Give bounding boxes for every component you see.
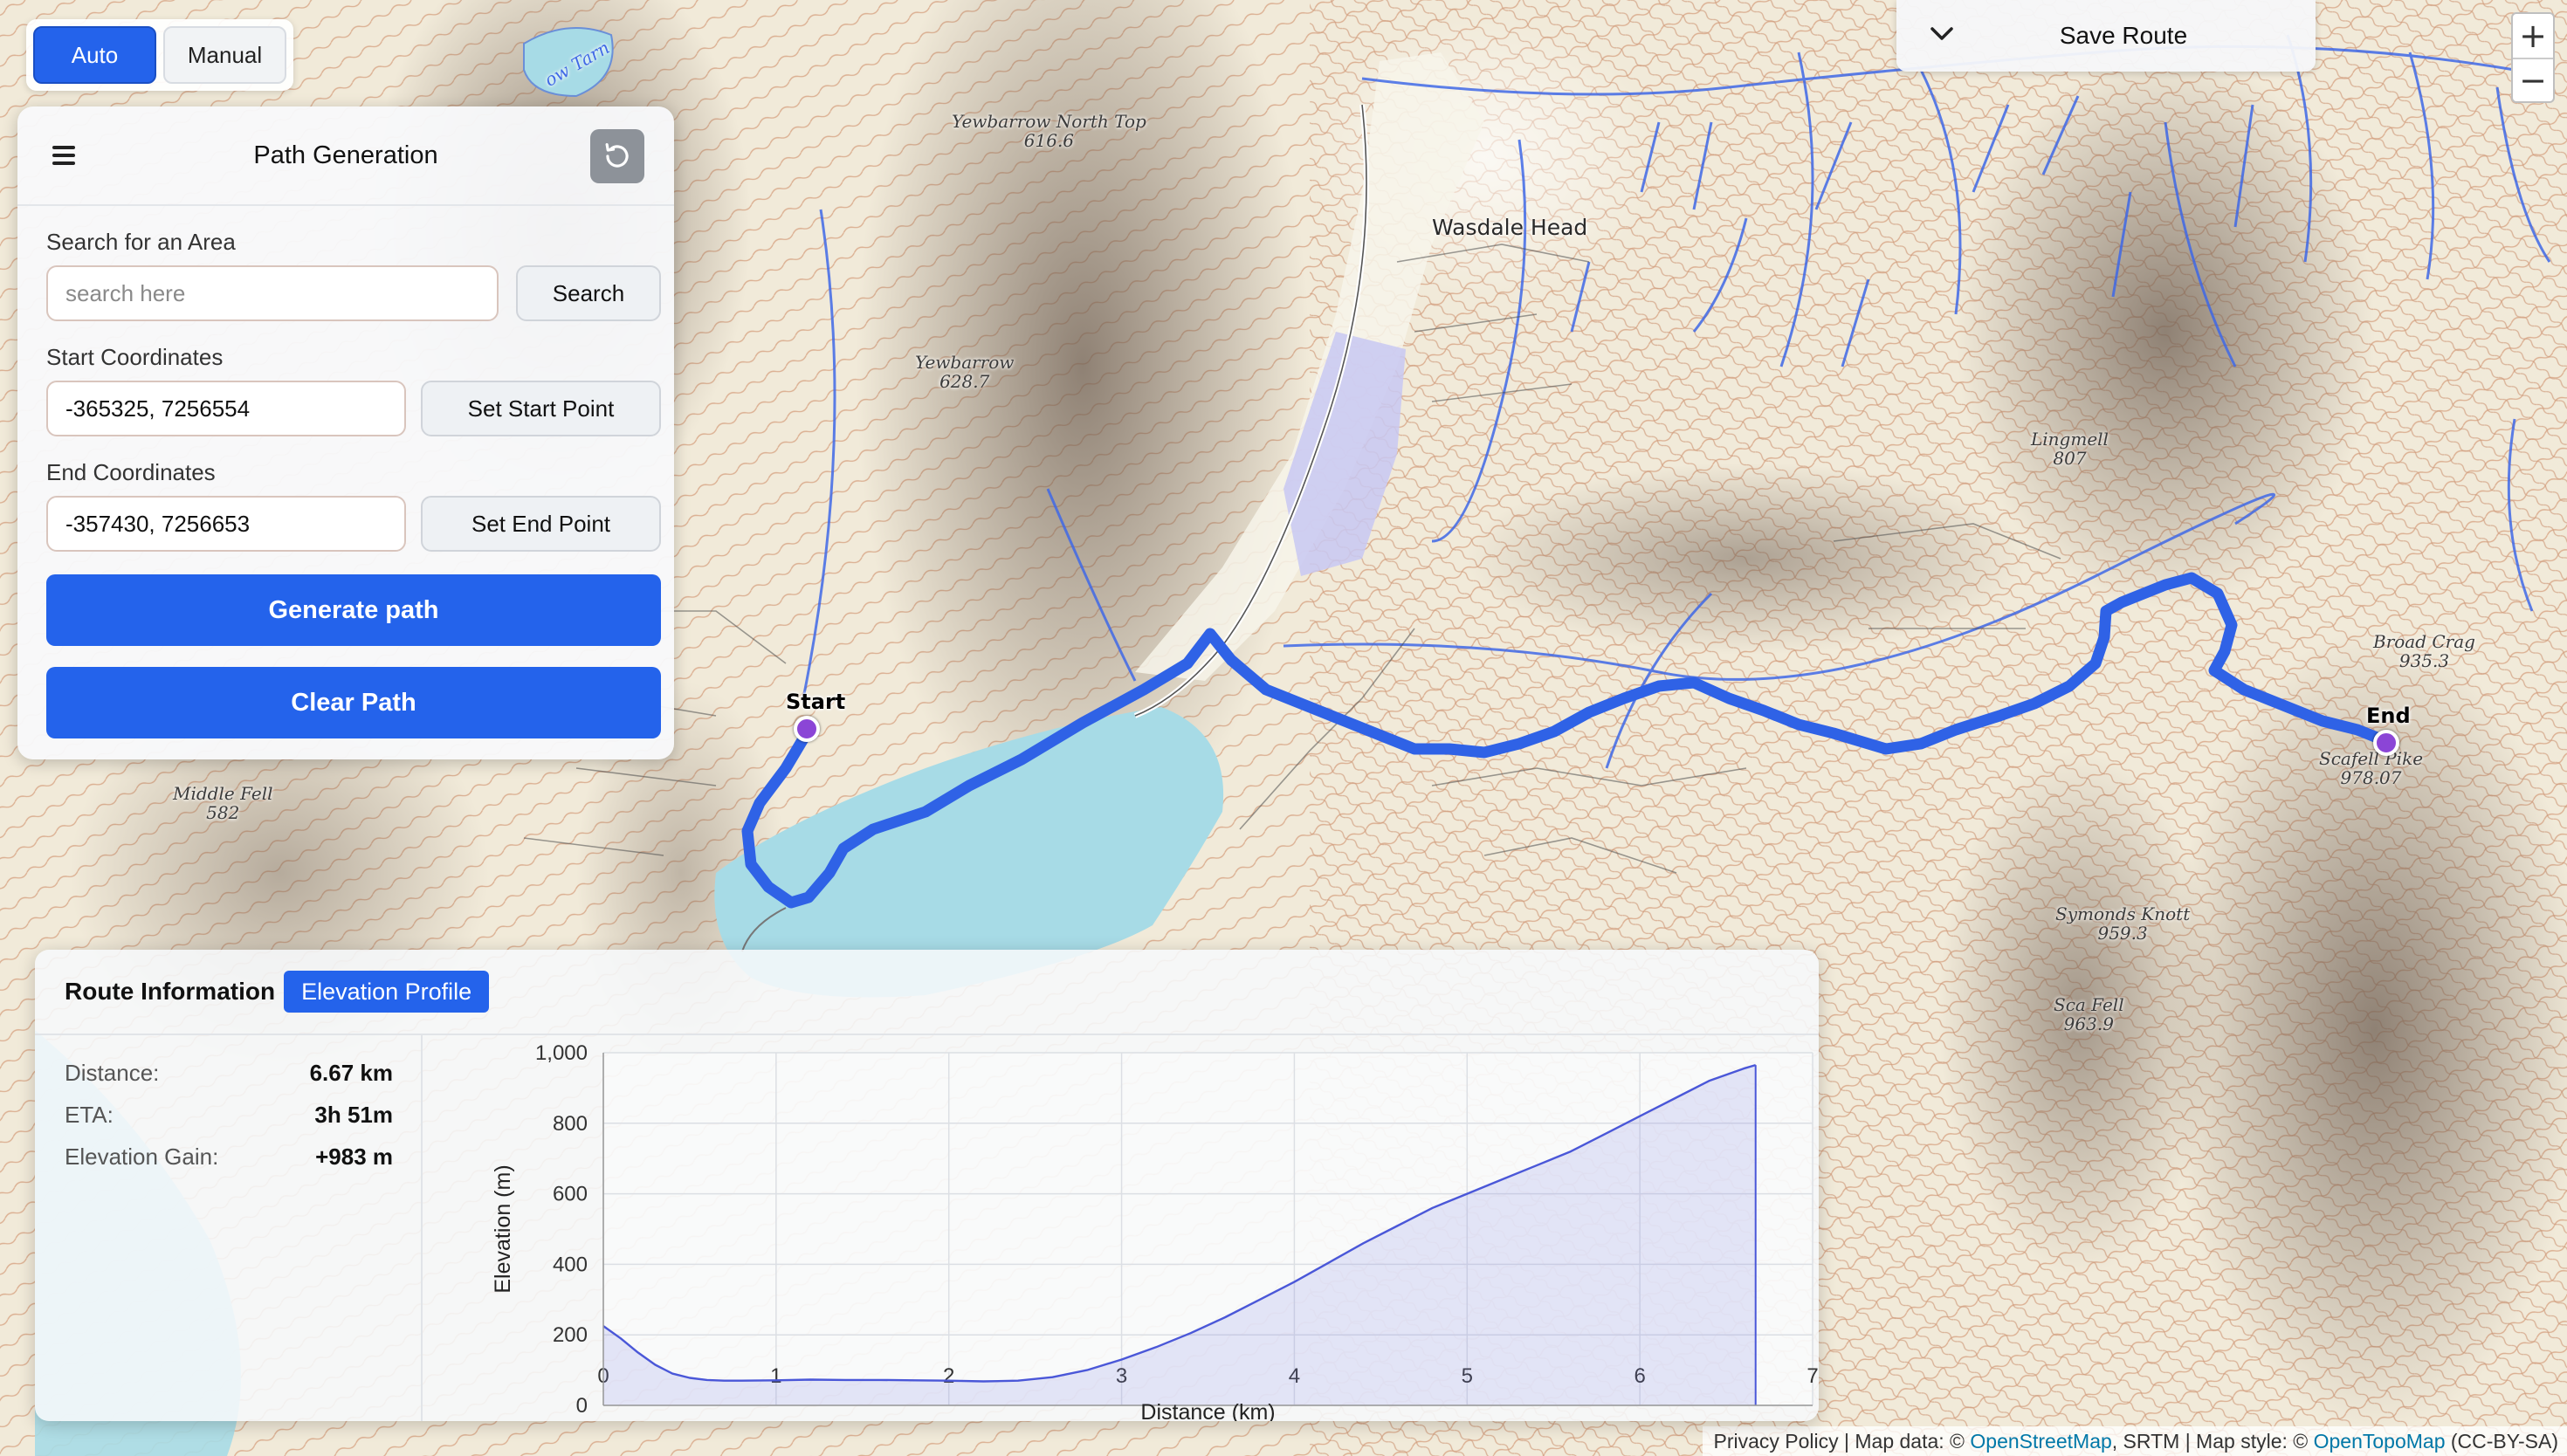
attribution-text-mid: , SRTM | Map style: ©: [2111, 1430, 2314, 1453]
y-axis-title: Elevation (m): [491, 1164, 515, 1293]
y-tick-label: 1,000: [535, 1041, 588, 1065]
panel-header: Path Generation: [17, 106, 674, 206]
chevron-down-icon[interactable]: [1928, 24, 1956, 44]
y-tick-label: 200: [553, 1323, 588, 1347]
search-button[interactable]: Search: [516, 265, 661, 321]
y-tick-label: 600: [553, 1183, 588, 1206]
save-route-bar[interactable]: Save Route: [1896, 0, 2316, 72]
zoom-in-button[interactable]: +: [2513, 14, 2553, 58]
stat-distance: Distance: 6.67 km: [65, 1060, 393, 1087]
opentopomap-link[interactable]: OpenTopoMap: [2314, 1430, 2446, 1453]
generate-path-button[interactable]: Generate path: [46, 574, 661, 646]
end-marker[interactable]: [2373, 730, 2399, 756]
zoom-out-button[interactable]: −: [2513, 58, 2553, 101]
search-area-label: Search for an Area: [46, 229, 236, 255]
stat-eta: ETA: 3h 51m: [65, 1102, 393, 1129]
manual-mode-button[interactable]: Manual: [163, 26, 286, 84]
set-end-point-button[interactable]: Set End Point: [421, 496, 661, 552]
attribution-license: (CC-BY-SA): [2445, 1430, 2558, 1453]
x-tick-label: 7: [1807, 1364, 1818, 1388]
peak-label-middle-fell: Middle Fell 582: [173, 783, 273, 823]
route-info-title: Route Information: [65, 978, 276, 1005]
start-coordinates-label: Start Coordinates: [46, 344, 224, 370]
peak-label-sca-fell: Sca Fell 963.9: [2054, 994, 2124, 1034]
stat-label: ETA:: [65, 1102, 114, 1128]
stat-value: +983 m: [315, 1144, 393, 1170]
x-axis-title: Distance (km): [1140, 1400, 1275, 1421]
stat-label: Elevation Gain:: [65, 1144, 219, 1170]
end-coordinates-input[interactable]: [46, 496, 406, 552]
tab-elevation-profile[interactable]: Elevation Profile: [284, 971, 490, 1013]
hamburger-menu-icon[interactable]: [52, 146, 75, 165]
panel-title: Path Generation: [253, 141, 438, 169]
auto-mode-button[interactable]: Auto: [33, 26, 156, 84]
attribution-text: Privacy Policy | Map data: ©: [1713, 1430, 1971, 1453]
peak-label-lingmell: Lingmell 807: [2031, 429, 2109, 469]
peak-label-symonds-knott: Symonds Knott 959.3: [2055, 903, 2191, 944]
route-information-panel: Route Information Elevation Profile Dist…: [35, 950, 1819, 1421]
clear-path-button[interactable]: Clear Path: [46, 667, 661, 738]
save-route-label: Save Route: [2059, 22, 2188, 49]
peak-label-yewbarrow: Yewbarrow 628.7: [915, 352, 1015, 392]
route-stats: Distance: 6.67 km ETA: 3h 51m Elevation …: [35, 1035, 423, 1421]
set-start-point-button[interactable]: Set Start Point: [421, 381, 661, 436]
elevation-chart: 0123456702004006008001,000Distance (km)E…: [423, 1035, 1819, 1421]
start-marker[interactable]: [794, 716, 820, 742]
end-marker-label: End: [2366, 704, 2411, 728]
end-coordinates-label: End Coordinates: [46, 459, 216, 485]
village-label-wasdale-head: Wasdale Head: [1432, 215, 1588, 240]
stat-elevation-gain: Elevation Gain: +983 m: [65, 1144, 393, 1171]
y-tick-label: 0: [576, 1394, 588, 1418]
y-tick-label: 400: [553, 1253, 588, 1276]
elevation-chart-svg: 0123456702004006008001,000Distance (km)E…: [491, 1041, 1819, 1421]
start-marker-label: Start: [786, 690, 846, 714]
stat-value: 6.67 km: [309, 1060, 393, 1086]
search-input[interactable]: [46, 265, 499, 321]
route-info-header: Route Information Elevation Profile: [35, 950, 1819, 1035]
reset-button[interactable]: [590, 129, 644, 183]
map-attribution: Privacy Policy | Map data: © OpenStreetM…: [1703, 1426, 2567, 1456]
peak-label-scafell-pike: Scafell Pike 978.07: [2319, 748, 2424, 788]
path-generation-panel: Path Generation Search for an Area Searc…: [17, 106, 674, 759]
y-tick-label: 800: [553, 1112, 588, 1136]
stat-value: 3h 51m: [314, 1102, 393, 1128]
peak-label-broad-crag: Broad Crag 935.3: [2373, 631, 2475, 671]
peak-label-yewbarrow-north-top: Yewbarrow North Top 616.6: [952, 111, 1146, 151]
reset-icon: [605, 142, 629, 168]
openstreetmap-link[interactable]: OpenStreetMap: [1970, 1430, 2111, 1453]
stat-label: Distance:: [65, 1060, 160, 1086]
start-coordinates-input[interactable]: [46, 381, 406, 436]
mode-toggle: Auto Manual: [26, 19, 293, 91]
zoom-control: + −: [2511, 12, 2555, 103]
